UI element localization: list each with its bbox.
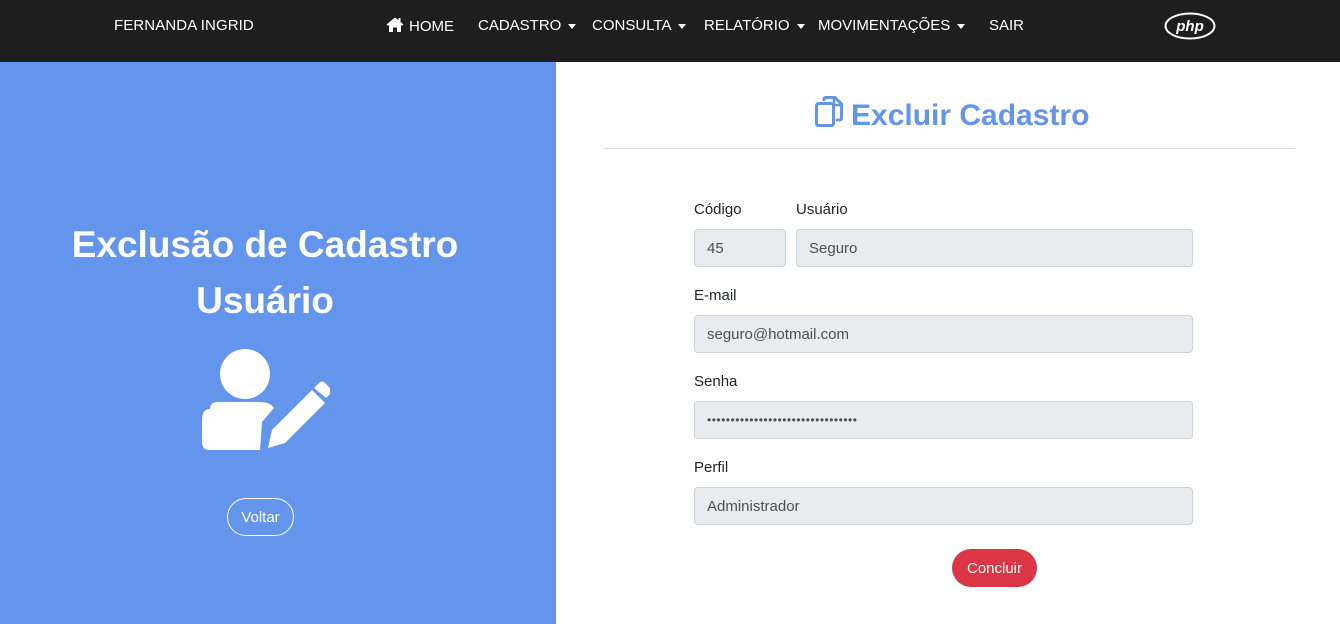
email-label: E-mail (694, 287, 737, 304)
caret-down-icon (678, 23, 687, 29)
left-panel: Exclusão de Cadastro Usuário Voltar (0, 62, 556, 624)
nav-cadastro-label: CADASTRO (478, 17, 562, 34)
nav-movimentacoes-label: MOVIMENTAÇÕES (818, 17, 951, 34)
nav-cadastro[interactable]: CADASTRO (478, 17, 577, 34)
senha-label: Senha (694, 373, 738, 390)
user-edit-icon (200, 348, 331, 457)
left-panel-title: Exclusão de Cadastro Usuário (0, 217, 530, 329)
php-logo-icon: php (1164, 12, 1216, 45)
left-title-line2: Usuário (196, 280, 334, 321)
top-navbar: FERNANDA INGRID HOME CADASTRO CONSULTA R… (0, 0, 1340, 62)
nav-relatorio-label: RELATÓRIO (704, 17, 790, 34)
caret-down-icon (796, 23, 805, 29)
caret-down-icon (957, 23, 966, 29)
email-field[interactable]: seguro@hotmail.com (694, 315, 1193, 353)
nav-sair[interactable]: SAIR (989, 17, 1024, 34)
navbar-brand[interactable]: FERNANDA INGRID (114, 17, 254, 34)
nav-home[interactable]: HOME (386, 17, 454, 36)
concluir-button[interactable]: Concluir (952, 549, 1037, 587)
nav-consulta-label: CONSULTA (592, 17, 672, 34)
usuario-field[interactable]: Seguro (796, 229, 1193, 267)
nav-sair-label: SAIR (989, 17, 1025, 34)
page-title: Excluir Cadastro (815, 96, 1089, 136)
nav-home-label: HOME (409, 18, 454, 35)
nav-relatorio[interactable]: RELATÓRIO (704, 17, 805, 34)
perfil-label: Perfil (694, 459, 729, 476)
codigo-label: Código (694, 201, 742, 218)
caret-down-icon (568, 23, 577, 29)
copy-icon (815, 96, 851, 136)
perfil-field[interactable]: Administrador (694, 487, 1193, 525)
page-title-text: Excluir Cadastro (851, 99, 1090, 132)
left-title-line1: Exclusão de Cadastro (71, 224, 459, 265)
page-header: Excluir Cadastro (603, 96, 1295, 149)
php-logo-text: php (1175, 18, 1204, 35)
senha-field[interactable]: •••••••••••••••••••••••••••••••• (694, 401, 1193, 439)
nav-consulta[interactable]: CONSULTA (592, 17, 687, 34)
back-button[interactable]: Voltar (227, 498, 294, 536)
home-icon (386, 17, 404, 36)
usuario-label: Usuário (796, 201, 848, 218)
nav-movimentacoes[interactable]: MOVIMENTAÇÕES (818, 17, 966, 34)
codigo-field[interactable]: 45 (694, 229, 786, 267)
